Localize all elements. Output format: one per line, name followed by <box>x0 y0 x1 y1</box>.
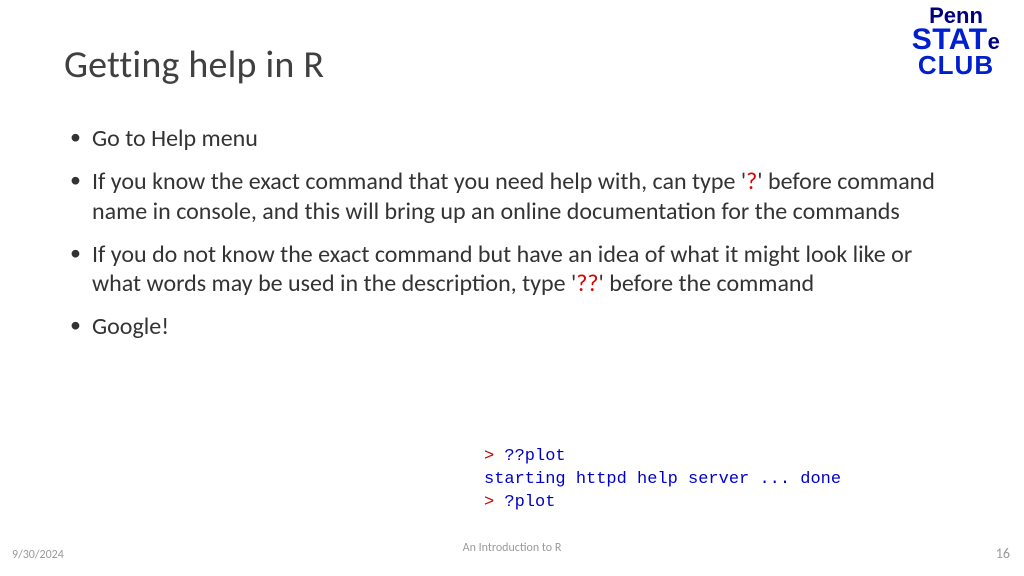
logo-line-club: CLUB <box>902 54 1010 78</box>
bullet-list: Go to Help menu If you know the exact co… <box>64 124 960 342</box>
question-mark-single: ? <box>746 167 757 196</box>
slide-title: Getting help in R <box>64 42 960 88</box>
slide: Penn STATe CLUB Getting help in R Go to … <box>0 0 1024 576</box>
bullet-item-help-menu: Go to Help menu <box>92 124 960 153</box>
bullet-item-single-q: If you know the exact command that you n… <box>92 167 960 226</box>
footer-deck-title: An Introduction to R <box>0 541 1024 555</box>
penn-state-stat-club-logo: Penn STATe CLUB <box>902 6 1010 78</box>
bullet-item-double-q: If you do not know the exact command but… <box>92 240 960 299</box>
r-console-output: > ??plot starting httpd help server ... … <box>484 446 841 515</box>
footer-page-number: 16 <box>996 545 1010 562</box>
bullet-item-google: Google! <box>92 312 960 341</box>
question-mark-double: ?? <box>576 269 598 298</box>
